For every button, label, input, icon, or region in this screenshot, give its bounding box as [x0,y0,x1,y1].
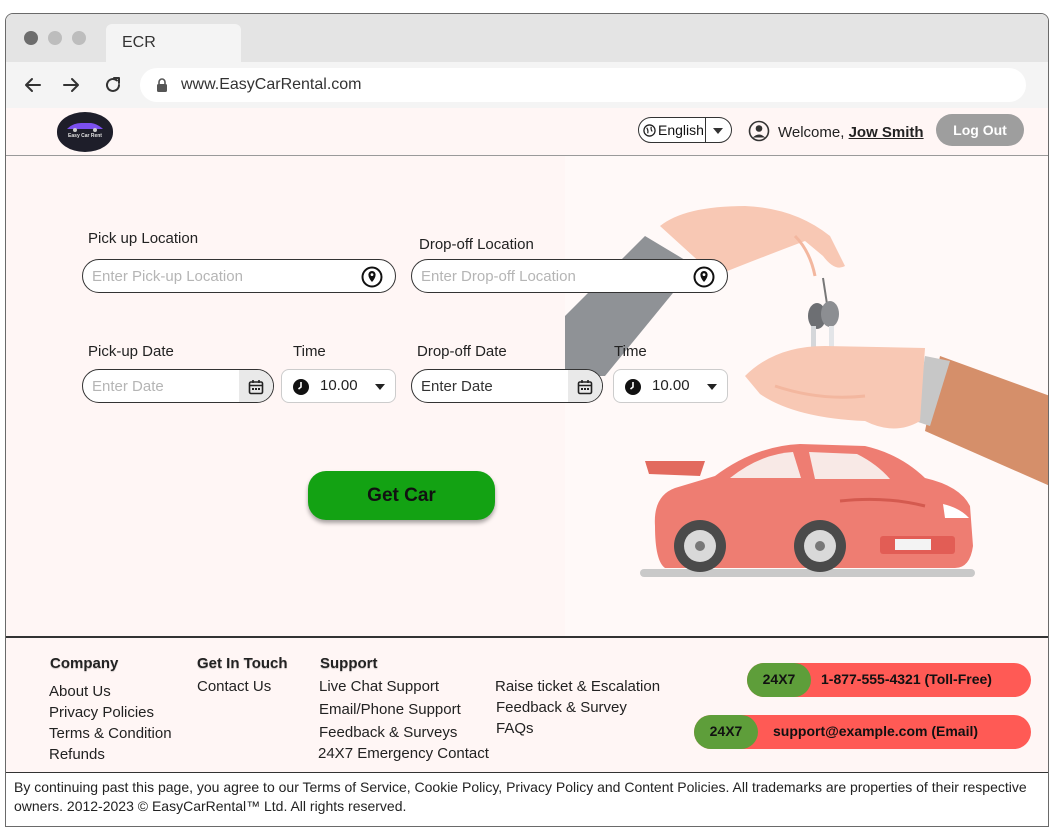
footer-link-about-us[interactable]: About Us [49,683,111,700]
browser-tab-title: ECR [122,34,156,51]
window-close-dot[interactable] [24,31,38,45]
calendar-icon [248,380,264,395]
pickup-location-label: Pick up Location [88,230,199,247]
reload-icon[interactable] [102,74,124,96]
dropoff-date-picker-button[interactable] [568,370,602,402]
location-pin-icon[interactable] [361,266,383,288]
dropoff-time-value: 10.00 [652,377,690,394]
legal-notice: By continuing past this page, you agree … [6,772,1048,826]
browser-window: ECR www.EasyCarRental.com Easy Car Rent … [5,13,1049,827]
pickup-location-field[interactable] [82,259,396,293]
dropoff-location-input[interactable] [412,260,727,292]
dropoff-location-label: Drop-off Location [419,236,534,253]
window-maximize-dot[interactable] [72,31,86,45]
logout-button[interactable]: Log Out [936,114,1024,146]
globe-icon [643,124,656,137]
hero-section: Pick up Location Drop-off Location Pick-… [6,156,1048,636]
calendar-icon [577,380,593,395]
window-minimize-dot[interactable] [48,31,62,45]
dropoff-location-field[interactable] [411,259,728,293]
email-24x7-badge: 24X7 [694,715,758,749]
footer-link-emergency-contact[interactable]: 24X7 Emergency Contact [318,745,489,762]
welcome-message: Welcome, Jow Smith [778,124,924,141]
forward-arrow-icon[interactable] [60,74,82,96]
footer-link-feedback-survey[interactable]: Feedback & Survey [496,699,627,716]
logo-text: Easy Car Rent [68,133,102,139]
site-header: Easy Car Rent English Welcome, Jow Smith… [6,108,1048,156]
site-footer: Company About Us Privacy Policies Terms … [6,636,1048,772]
footer-link-privacy-policies[interactable]: Privacy Policies [49,704,154,721]
pickup-time-select[interactable]: 10.00 [281,369,396,403]
phone-contact-pill[interactable]: 24X7 1-877-555-4321 (Toll-Free) [747,663,1031,697]
location-pin-icon[interactable] [693,266,715,288]
pickup-date-picker-button[interactable] [239,370,273,402]
chevron-down-icon [707,384,717,390]
footer-link-contact-us[interactable]: Contact Us [197,678,271,695]
pickup-time-label: Time [293,343,326,360]
footer-contact-heading: Get In Touch [197,655,288,672]
language-label: English [658,122,704,138]
phone-number: 1-877-555-4321 (Toll-Free) [821,671,992,687]
dropoff-date-field[interactable] [411,369,603,403]
dropoff-time-select[interactable]: 10.00 [613,369,728,403]
dropoff-date-label: Drop-off Date [417,343,507,360]
footer-link-raise-ticket[interactable]: Raise ticket & Escalation [495,678,660,695]
pickup-time-value: 10.00 [320,377,358,394]
get-car-button[interactable]: Get Car [308,471,495,520]
browser-tab-bar: ECR [6,14,1048,62]
logo-car-icon [67,123,103,132]
footer-company-heading: Company [50,655,119,672]
lock-icon [157,78,167,92]
footer-link-faqs[interactable]: FAQs [496,720,534,737]
pickup-location-input[interactable] [83,260,395,292]
address-url: www.EasyCarRental.com [181,76,362,93]
pickup-date-label: Pick-up Date [88,343,174,360]
back-arrow-icon[interactable] [22,74,44,96]
footer-link-email-phone-support[interactable]: Email/Phone Support [319,701,461,718]
language-divider [705,118,706,142]
chevron-down-icon [375,384,385,390]
user-avatar-icon [748,120,770,142]
footer-support-heading: Support [320,655,378,672]
welcome-prefix: Welcome, [778,124,849,141]
address-bar[interactable]: www.EasyCarRental.com [140,68,1026,102]
site-logo[interactable]: Easy Car Rent [57,112,113,152]
support-email: support@example.com (Email) [773,723,979,739]
user-name-link[interactable]: Jow Smith [849,124,924,141]
phone-24x7-badge: 24X7 [747,663,811,697]
browser-tab[interactable]: ECR [106,24,241,62]
browser-nav-bar: www.EasyCarRental.com [6,62,1048,108]
dropoff-time-label: Time [614,343,647,360]
footer-link-feedback-surveys[interactable]: Feedback & Surveys [319,724,457,741]
clock-icon [293,379,309,395]
clock-icon [625,379,641,395]
footer-link-live-chat[interactable]: Live Chat Support [319,678,439,695]
language-selector[interactable]: English [638,117,732,143]
footer-link-refunds[interactable]: Refunds [49,746,105,763]
chevron-down-icon[interactable] [713,128,723,134]
pickup-date-field[interactable] [82,369,274,403]
email-contact-pill[interactable]: 24X7 support@example.com (Email) [694,715,1031,749]
footer-link-terms[interactable]: Terms & Condition [49,725,172,742]
